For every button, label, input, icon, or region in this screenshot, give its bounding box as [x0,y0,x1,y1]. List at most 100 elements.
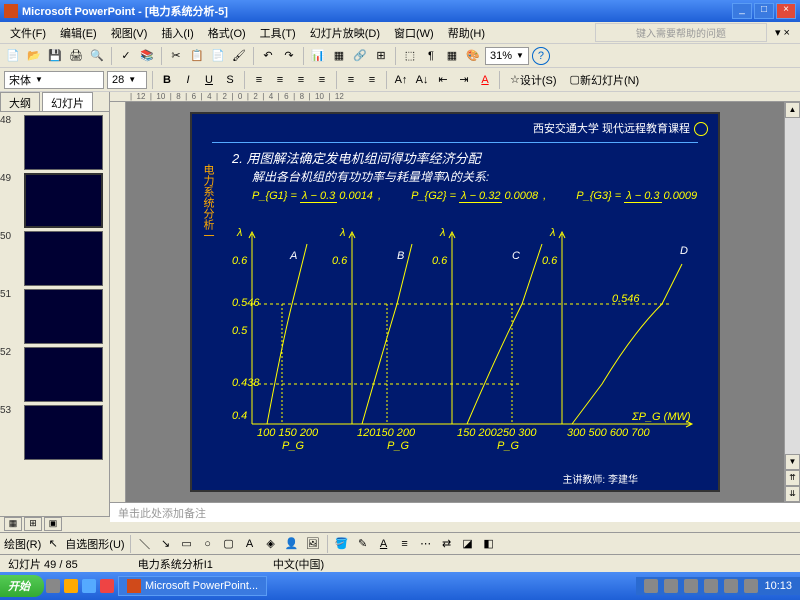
new-slide-button[interactable]: ▢新幻灯片(N) [565,71,645,89]
prev-slide-button[interactable]: ⇈ [785,470,800,486]
format-painter-icon[interactable]: 🖌 [230,47,248,65]
increase-indent-icon[interactable]: ⇥ [455,71,473,89]
menu-edit[interactable]: 编辑(E) [54,23,103,43]
shadow-button[interactable]: S [221,71,239,89]
picture-icon[interactable]: 🖼 [304,535,322,553]
dash-style-icon[interactable]: ⋯ [417,535,435,553]
quick-launch-icon[interactable] [82,579,96,593]
wordart-icon[interactable]: A [241,535,259,553]
quick-launch-icon[interactable] [64,579,78,593]
align-right-icon[interactable]: ≡ [292,71,310,89]
italic-button[interactable]: I [179,71,197,89]
tray-icon[interactable] [744,579,758,593]
tray-icon[interactable] [724,579,738,593]
show-format-icon[interactable]: ¶ [422,47,440,65]
thumbnail-48[interactable] [24,115,103,170]
font-size-dropdown[interactable]: 28▼ [107,71,147,89]
thumbnail-51[interactable] [24,289,103,344]
preview-icon[interactable]: 🔍 [88,47,106,65]
arrow-icon[interactable]: ↘ [157,535,175,553]
tab-outline[interactable]: 大纲 [0,92,40,111]
close-button[interactable]: × [776,3,796,19]
copy-icon[interactable]: 📋 [188,47,206,65]
sorter-view-button[interactable]: ⊞ [24,517,42,531]
tray-icon[interactable] [684,579,698,593]
menu-file[interactable]: 文件(F) [4,23,52,43]
tray-icon[interactable] [704,579,718,593]
new-icon[interactable]: 📄 [4,47,22,65]
diagram-icon[interactable]: ◈ [262,535,280,553]
shadow-style-icon[interactable]: ◪ [459,535,477,553]
tab-slides[interactable]: 幻灯片 [42,92,93,111]
textbox-icon[interactable]: ▢ [220,535,238,553]
taskbar-app[interactable]: Microsoft PowerPoint... [118,576,267,596]
help-icon[interactable]: ? [532,47,550,65]
autoshapes-menu[interactable]: 自选图形(U) [65,536,124,552]
spell-icon[interactable]: ✓ [117,47,135,65]
menu-expand[interactable]: ▾ × [769,24,796,41]
maximize-button[interactable]: □ [754,3,774,19]
thumbnail-52[interactable] [24,347,103,402]
minimize-button[interactable]: _ [732,3,752,19]
undo-icon[interactable]: ↶ [259,47,277,65]
draw-menu[interactable]: 绘图(R) [4,536,41,552]
align-center-icon[interactable]: ≡ [271,71,289,89]
increase-font-icon[interactable]: A↑ [392,71,410,89]
start-button[interactable]: 开始 [0,575,44,597]
help-search-box[interactable]: 键入需要帮助的问题 [595,23,767,42]
font-color-icon-2[interactable]: A [375,535,393,553]
decrease-font-icon[interactable]: A↓ [413,71,431,89]
thumbnail-50[interactable] [24,231,103,286]
fill-color-icon[interactable]: 🪣 [333,535,351,553]
save-icon[interactable]: 💾 [46,47,64,65]
line-color-icon[interactable]: ✎ [354,535,372,553]
grid-icon[interactable]: ▦ [443,47,461,65]
numbering-icon[interactable]: ≡ [342,71,360,89]
menu-window[interactable]: 窗口(W) [388,23,440,43]
next-slide-button[interactable]: ⇊ [785,486,800,502]
font-color-icon[interactable]: A [476,71,494,89]
decrease-indent-icon[interactable]: ⇤ [434,71,452,89]
thumbnail-49[interactable] [24,173,103,228]
menu-slideshow[interactable]: 幻灯片放映(D) [304,23,386,43]
line-style-icon[interactable]: ≡ [396,535,414,553]
normal-view-button[interactable]: ▦ [4,517,22,531]
rectangle-icon[interactable]: ▭ [178,535,196,553]
open-icon[interactable]: 📂 [25,47,43,65]
zoom-dropdown[interactable]: 31%▼ [485,47,529,65]
table-icon[interactable]: ▦ [330,47,348,65]
align-justify-icon[interactable]: ≡ [313,71,331,89]
underline-button[interactable]: U [200,71,218,89]
arrow-style-icon[interactable]: ⇄ [438,535,456,553]
paste-icon[interactable]: 📄 [209,47,227,65]
bold-button[interactable]: B [158,71,176,89]
redo-icon[interactable]: ↷ [280,47,298,65]
bullets-icon[interactable]: ≡ [363,71,381,89]
expand-icon[interactable]: ⬚ [401,47,419,65]
color-icon[interactable]: 🎨 [464,47,482,65]
quick-launch-icon[interactable] [100,579,114,593]
font-name-dropdown[interactable]: 宋体▼ [4,71,104,89]
3d-style-icon[interactable]: ◧ [480,535,498,553]
print-icon[interactable]: 🖨 [67,47,85,65]
tables-borders-icon[interactable]: ⊞ [372,47,390,65]
menu-format[interactable]: 格式(O) [202,23,252,43]
oval-icon[interactable]: ○ [199,535,217,553]
notes-pane[interactable]: 单击此处添加备注 [110,502,800,522]
menu-insert[interactable]: 插入(I) [155,23,199,43]
research-icon[interactable]: 📚 [138,47,156,65]
scroll-up-button[interactable]: ▲ [785,102,800,118]
align-left-icon[interactable]: ≡ [250,71,268,89]
chart-icon[interactable]: 📊 [309,47,327,65]
slide[interactable]: 西安交通大学 现代远程教育课程 电力系统分析一 2. 用图解法确定发电机组间得功… [190,112,720,492]
line-icon[interactable]: ＼ [136,535,154,553]
slide-canvas[interactable]: 西安交通大学 现代远程教育课程 电力系统分析一 2. 用图解法确定发电机组间得功… [126,102,784,502]
slideshow-view-button[interactable]: ▣ [44,517,62,531]
select-icon[interactable]: ↖ [44,535,62,553]
clock[interactable]: 10:13 [764,580,792,592]
thumbnail-53[interactable] [24,405,103,460]
menu-tools[interactable]: 工具(T) [254,23,302,43]
quick-launch-icon[interactable] [46,579,60,593]
menu-view[interactable]: 视图(V) [105,23,154,43]
tray-icon[interactable] [664,579,678,593]
